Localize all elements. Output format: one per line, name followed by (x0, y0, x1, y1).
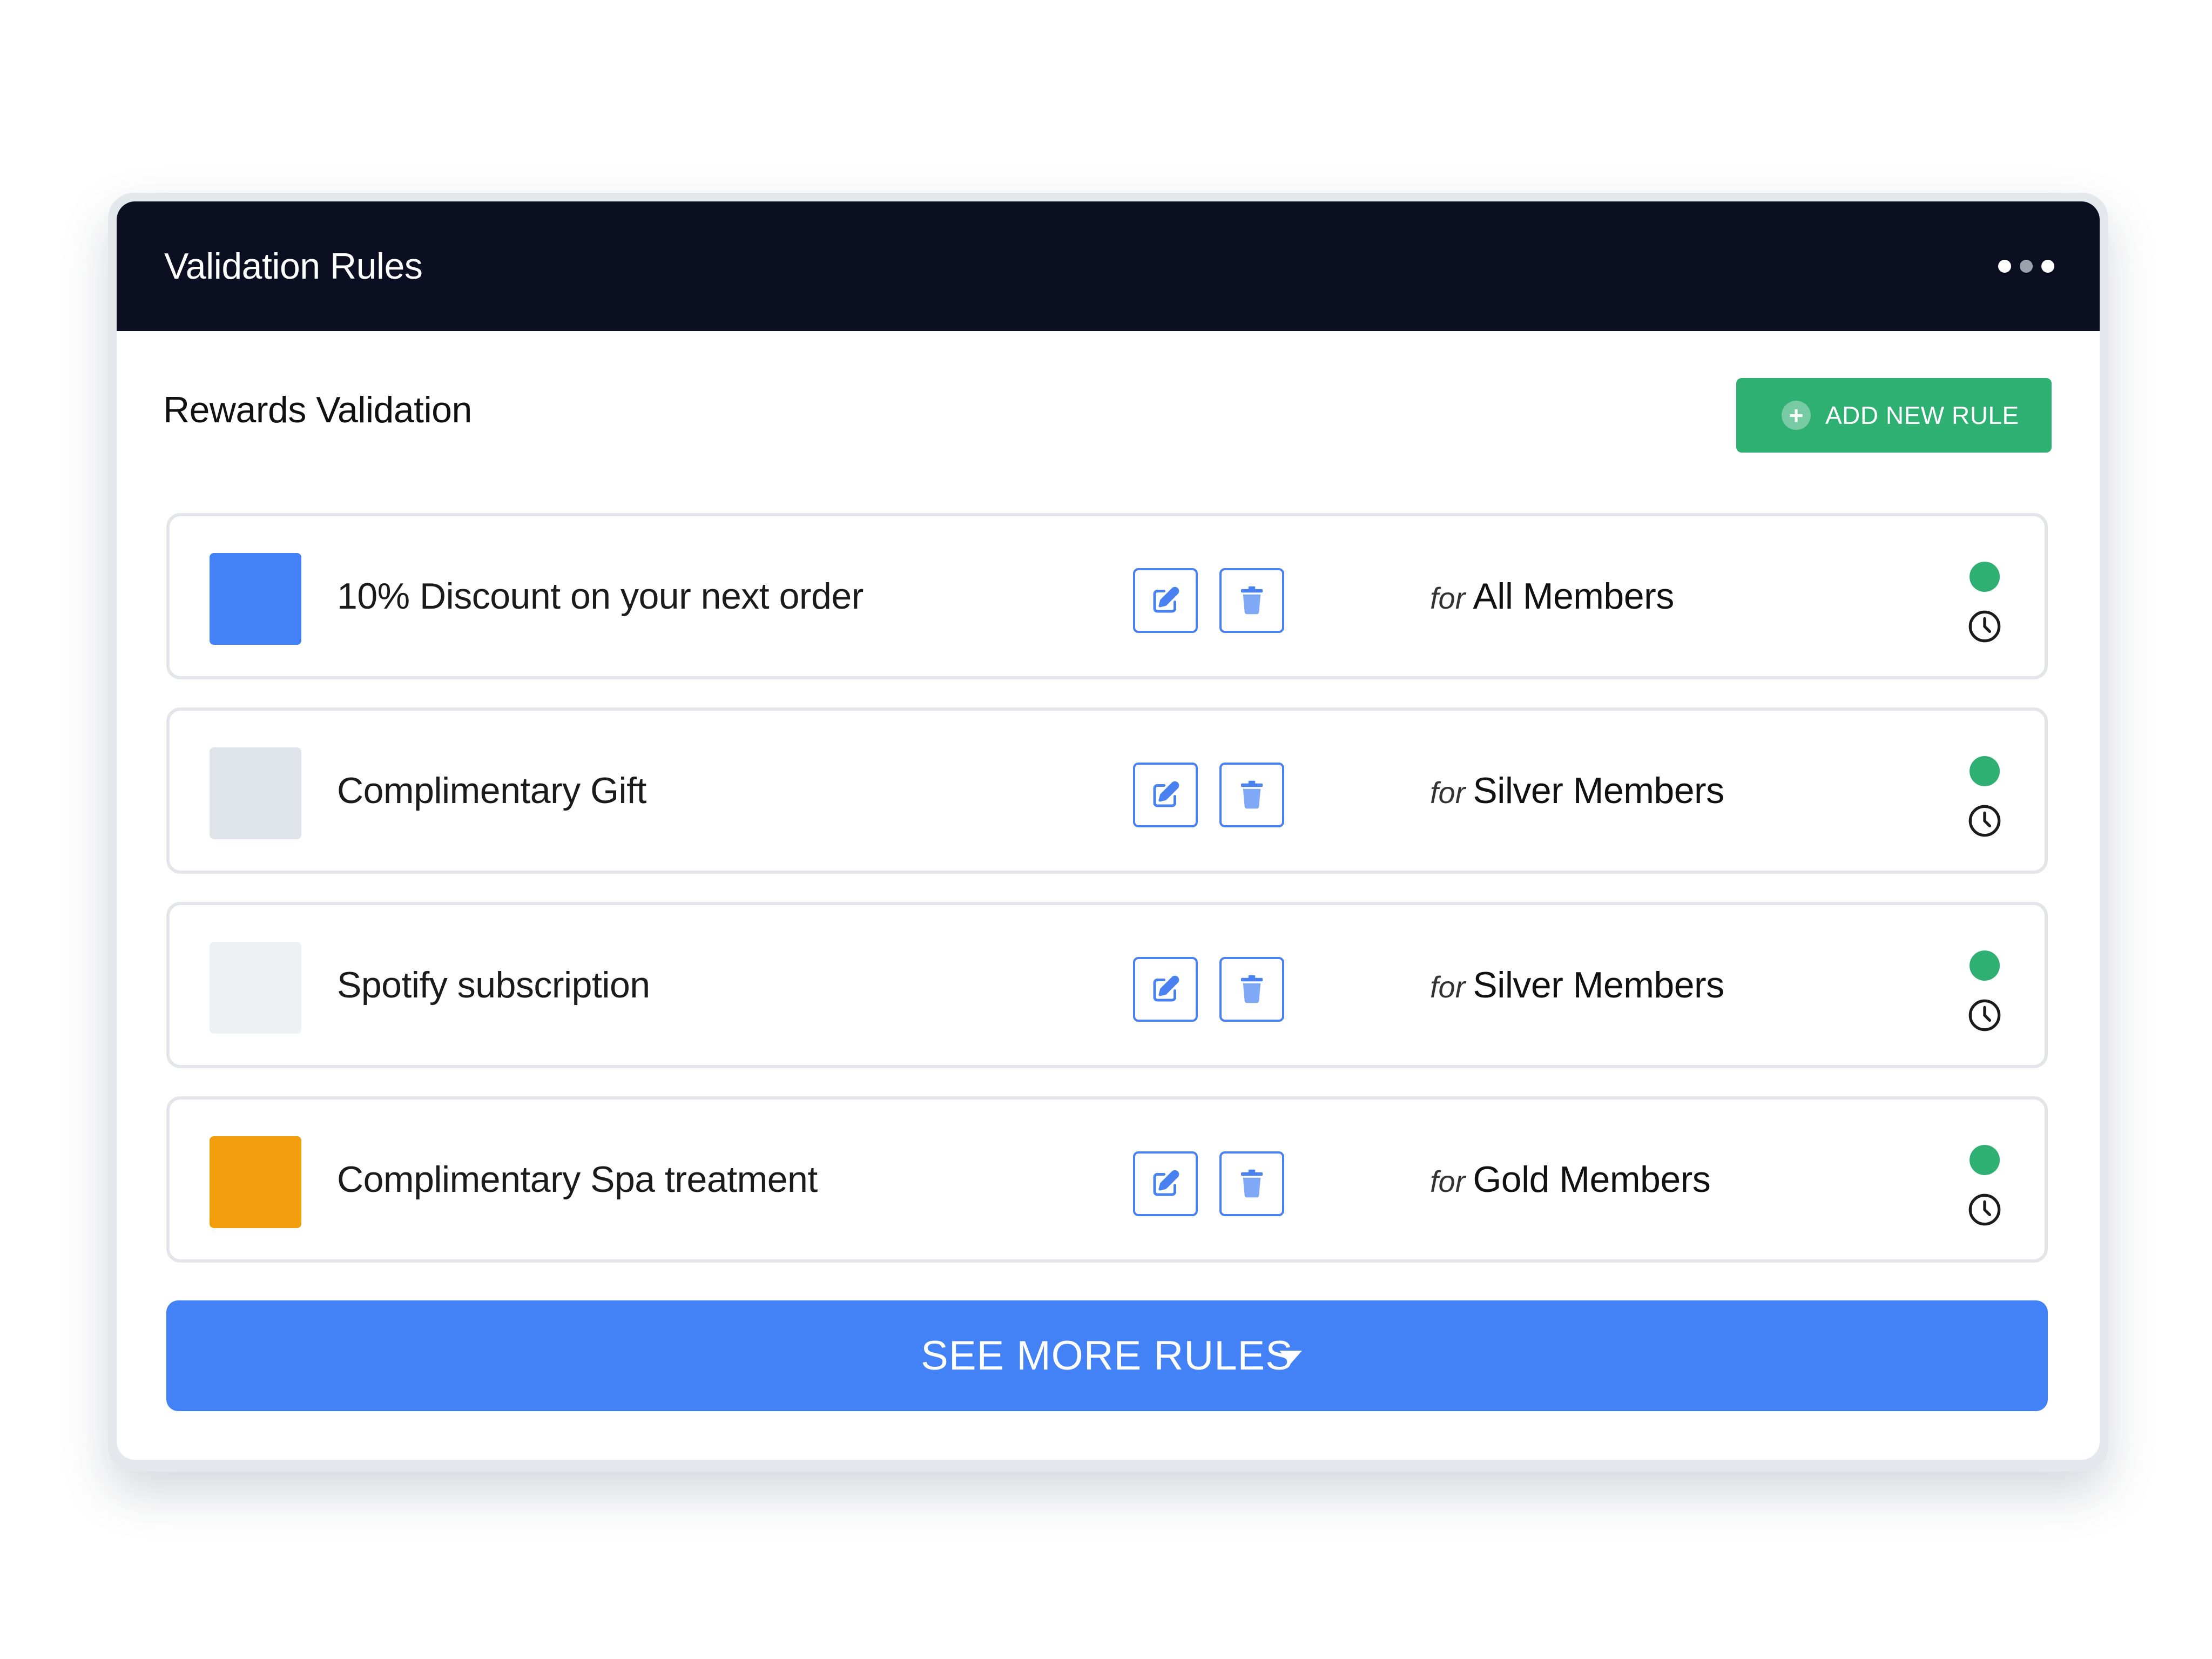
panel-title: Validation Rules (164, 246, 423, 287)
status-dot-icon (1970, 562, 2000, 592)
status-dot-icon (1970, 950, 2000, 981)
edit-button[interactable] (1133, 568, 1198, 633)
rule-audience: for Silver Members (1430, 905, 1724, 1065)
audience-group: Silver Members (1473, 770, 1724, 811)
section-title: Rewards Validation (163, 389, 472, 430)
edit-button[interactable] (1133, 1151, 1198, 1216)
status-dot-icon (1970, 756, 2000, 786)
status-dot-icon (1970, 1145, 2000, 1175)
rule-color-swatch (210, 747, 301, 839)
for-label: for (1430, 775, 1466, 810)
rule-audience: for All Members (1430, 516, 1674, 676)
for-label: for (1430, 1164, 1466, 1198)
trash-icon (1241, 975, 1263, 1003)
delete-button[interactable] (1219, 957, 1284, 1022)
trash-icon (1241, 780, 1263, 809)
edit-icon (1153, 975, 1179, 1002)
rule-name: Complimentary Spa treatment (337, 1159, 818, 1200)
delete-button[interactable] (1219, 568, 1284, 633)
edit-icon (1153, 586, 1179, 613)
clock-icon[interactable] (1967, 804, 2002, 838)
dot (1998, 260, 2011, 273)
see-more-label: SEE MORE RULES (921, 1333, 1293, 1379)
validation-rules-panel: Validation Rules Rewards Validation + AD… (117, 201, 2100, 1460)
edit-button[interactable] (1133, 763, 1198, 827)
delete-button[interactable] (1219, 1151, 1284, 1216)
trash-icon (1241, 1169, 1263, 1198)
rule-name: Complimentary Gift (337, 770, 646, 811)
rule-row: Complimentary Gift for Silver Members (166, 707, 2048, 874)
trash-icon (1241, 586, 1263, 615)
clock-icon[interactable] (1967, 1192, 2002, 1227)
rule-audience: for Gold Members (1430, 1100, 1711, 1259)
dot (2041, 260, 2054, 273)
audience-group: Silver Members (1473, 965, 1724, 1006)
clock-icon[interactable] (1967, 998, 2002, 1033)
title-bar: Validation Rules (117, 201, 2100, 331)
audience-group: Gold Members (1473, 1159, 1711, 1200)
rule-row: Complimentary Spa treatment for Gold Memb… (166, 1096, 2048, 1263)
plus-circle-icon: + (1782, 401, 1811, 430)
more-dots-icon[interactable] (1998, 259, 2058, 274)
rule-row: 10% Discount on your next order for All M… (166, 513, 2048, 679)
rule-name: 10% Discount on your next order (337, 576, 864, 617)
for-label: for (1430, 970, 1466, 1004)
delete-button[interactable] (1219, 763, 1284, 827)
add-new-rule-label: ADD NEW RULE (1825, 401, 2019, 429)
caret-down-icon (1279, 1351, 1302, 1364)
see-more-rules-button[interactable]: SEE MORE RULES (166, 1300, 2048, 1411)
rule-color-swatch (210, 1136, 301, 1228)
dot (2020, 260, 2033, 273)
audience-group: All Members (1473, 576, 1674, 617)
rule-row: Spotify subscription for Silver Members (166, 902, 2048, 1068)
rule-color-swatch (210, 553, 301, 645)
rule-color-swatch (210, 942, 301, 1034)
edit-icon (1153, 1170, 1179, 1196)
add-new-rule-button[interactable]: + ADD NEW RULE (1736, 378, 2052, 453)
rule-audience: for Silver Members (1430, 711, 1724, 871)
clock-icon[interactable] (1967, 609, 2002, 644)
edit-icon (1153, 781, 1179, 807)
for-label: for (1430, 581, 1466, 615)
rule-name: Spotify subscription (337, 965, 650, 1006)
edit-button[interactable] (1133, 957, 1198, 1022)
